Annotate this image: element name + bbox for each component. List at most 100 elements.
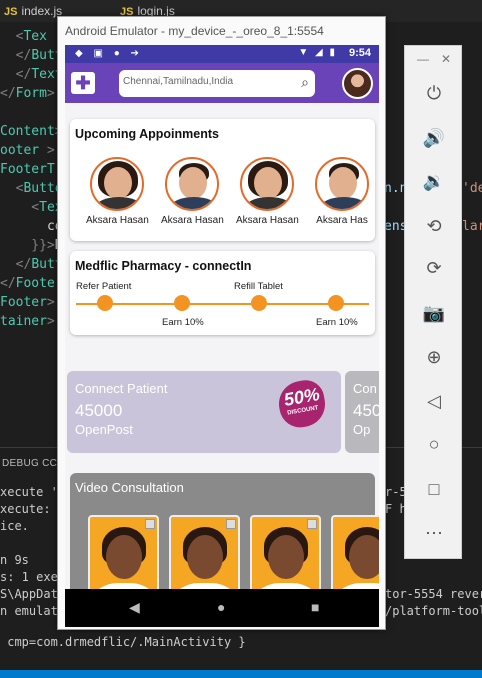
code-line: </Butt bbox=[0, 257, 63, 272]
doctor-item[interactable]: Aksara Hasan bbox=[236, 157, 299, 226]
promo-amount: 45000 bbox=[75, 401, 123, 420]
appointments-card: Upcoming Appoinments Aksara Hasan Aksara … bbox=[70, 119, 375, 241]
more-icon[interactable]: ⋯ bbox=[421, 520, 447, 546]
promo-title: Connect Patient bbox=[75, 381, 168, 396]
code-line: </Footer bbox=[0, 276, 63, 291]
doctor-item[interactable]: Aksara Has bbox=[311, 157, 373, 226]
console-line: s: 1 exec bbox=[0, 570, 66, 584]
doctor-photo bbox=[315, 157, 369, 211]
code-line: Content> bbox=[0, 124, 63, 139]
app-header: ✚ ⌕ bbox=[65, 63, 379, 103]
earn-label: Earn 10% bbox=[162, 317, 204, 328]
doctor-photo bbox=[90, 157, 144, 211]
appointments-title: Upcoming Appoinments bbox=[75, 127, 219, 141]
zoom-icon[interactable]: ⊕ bbox=[421, 344, 447, 370]
signal-icons: ▼ ◢ ▮ bbox=[298, 47, 337, 58]
discount-badge: 50% DISCOUNT bbox=[275, 377, 329, 431]
progress-step[interactable] bbox=[251, 295, 267, 311]
nav-back-icon[interactable]: ◀ bbox=[129, 599, 140, 616]
debug-console-tab[interactable]: DEBUG CC bbox=[2, 458, 57, 469]
console-line: tor-5554 rever bbox=[385, 587, 482, 601]
rotate-right-icon[interactable]: ⟳ bbox=[421, 255, 447, 281]
earn-label: Earn 10% bbox=[316, 317, 358, 328]
nav-recents-icon[interactable]: ■ bbox=[311, 599, 319, 615]
location-search[interactable]: ⌕ bbox=[119, 70, 315, 97]
volume-up-icon[interactable]: 🔊 bbox=[421, 125, 447, 151]
android-status-bar: ◆ ▣ ● ➔ ▼ ◢ ▮ 9:54 bbox=[65, 45, 379, 63]
emulator-controls: — ✕ ⏻ 🔊 🔉 ⟲ ⟳ 📷 ⊕ ◁ ○ □ ⋯ bbox=[404, 45, 462, 559]
doctor-name: Aksara Hasan bbox=[161, 215, 224, 226]
editor-status-bar bbox=[0, 670, 482, 678]
doctor-item[interactable]: Aksara Hasan bbox=[86, 157, 149, 226]
progress-line bbox=[76, 303, 369, 305]
doctor-name: Aksara Hasan bbox=[236, 215, 299, 226]
console-line: n 9s bbox=[0, 553, 29, 567]
code-line: tainer> bbox=[0, 314, 55, 329]
android-nav-bar: ◀ ● ■ bbox=[65, 589, 379, 627]
code-line: co bbox=[0, 219, 63, 234]
code-line: </Butt bbox=[0, 48, 63, 63]
rotate-left-icon[interactable]: ⟲ bbox=[421, 213, 447, 239]
progress-step[interactable] bbox=[97, 295, 113, 311]
status-time: 9:54 bbox=[348, 47, 371, 59]
emulator-window: Android Emulator - my_device_-_oreo_8_1:… bbox=[57, 16, 386, 630]
console-line: xecute 'r bbox=[0, 485, 66, 499]
promo-title: Con bbox=[353, 381, 377, 396]
console-line: xecute: r bbox=[0, 502, 66, 516]
doctor-photo bbox=[165, 157, 219, 211]
promo-card[interactable]: Con 450 Op bbox=[345, 371, 379, 453]
camera-icon bbox=[307, 519, 317, 529]
console-line: /platform-tools bbox=[385, 604, 482, 618]
code-line: Footer> bbox=[0, 295, 55, 310]
code-line: <Tex bbox=[0, 29, 47, 44]
refill-tablet-label: Refill Tablet bbox=[234, 281, 283, 292]
device-screen: ◆ ▣ ● ➔ ▼ ◢ ▮ 9:54 ✚ ⌕ Upcoming Appoinme… bbox=[65, 45, 379, 627]
refer-patient-label: Refer Patient bbox=[76, 281, 132, 292]
console-line: S\AppDat bbox=[0, 587, 58, 601]
pharmacy-title: Medflic Pharmacy - connectIn bbox=[75, 259, 252, 273]
promo-amount: 450 bbox=[353, 401, 379, 420]
back-icon[interactable]: ◁ bbox=[421, 388, 447, 414]
camera-icon bbox=[145, 519, 155, 529]
code-line: <Butto bbox=[0, 181, 63, 196]
overview-icon[interactable]: □ bbox=[421, 476, 447, 502]
camera-icon bbox=[226, 519, 236, 529]
doctor-name: Aksara Hasan bbox=[86, 215, 149, 226]
close-button[interactable]: ✕ bbox=[441, 52, 451, 66]
promo-subtitle: Op bbox=[353, 422, 371, 437]
video-consultation-title: Video Consultation bbox=[75, 480, 184, 495]
profile-avatar[interactable] bbox=[342, 68, 373, 99]
notification-icons: ◆ ▣ ● ➔ bbox=[75, 48, 143, 59]
medical-kit-icon[interactable]: ✚ bbox=[71, 72, 95, 94]
home-icon[interactable]: ○ bbox=[421, 431, 447, 457]
location-input[interactable] bbox=[123, 76, 283, 87]
code-line: <Tex bbox=[0, 200, 63, 215]
tab-index-js[interactable]: JS index.js bbox=[0, 0, 62, 22]
console-line: ice. bbox=[0, 519, 29, 533]
progress-step[interactable] bbox=[174, 295, 190, 311]
console-line: n emulato bbox=[0, 604, 66, 618]
promo-subtitle: OpenPost bbox=[75, 422, 133, 437]
search-icon[interactable]: ⌕ bbox=[301, 74, 309, 91]
promo-card[interactable]: Connect Patient 45000 OpenPost 50% DISCO… bbox=[67, 371, 341, 453]
nav-home-icon[interactable]: ● bbox=[217, 599, 225, 615]
pharmacy-card: Medflic Pharmacy - connectIn Refer Patie… bbox=[70, 251, 375, 335]
code-line: }}>D bbox=[0, 238, 62, 253]
volume-down-icon[interactable]: 🔉 bbox=[421, 168, 447, 194]
code-line: ooter > bbox=[0, 143, 55, 158]
emulator-title: Android Emulator - my_device_-_oreo_8_1:… bbox=[58, 17, 385, 45]
camera-icon[interactable]: 📷 bbox=[421, 300, 447, 326]
code-fragment: 'de bbox=[462, 181, 482, 196]
code-fragment: lar bbox=[462, 219, 482, 234]
code-line: FooterT bbox=[0, 162, 55, 177]
progress-step[interactable] bbox=[328, 295, 344, 311]
doctor-item[interactable]: Aksara Hasan bbox=[161, 157, 224, 226]
js-file-icon: JS bbox=[4, 6, 18, 18]
doctor-name: Aksara Has bbox=[316, 215, 368, 226]
console-line: cmp=com.drmedflic/.MainActivity } bbox=[0, 635, 246, 649]
code-line: </Form> bbox=[0, 86, 55, 101]
power-icon[interactable]: ⏻ bbox=[421, 80, 447, 106]
doctor-photo bbox=[240, 157, 294, 211]
minimize-button[interactable]: — bbox=[417, 52, 429, 66]
